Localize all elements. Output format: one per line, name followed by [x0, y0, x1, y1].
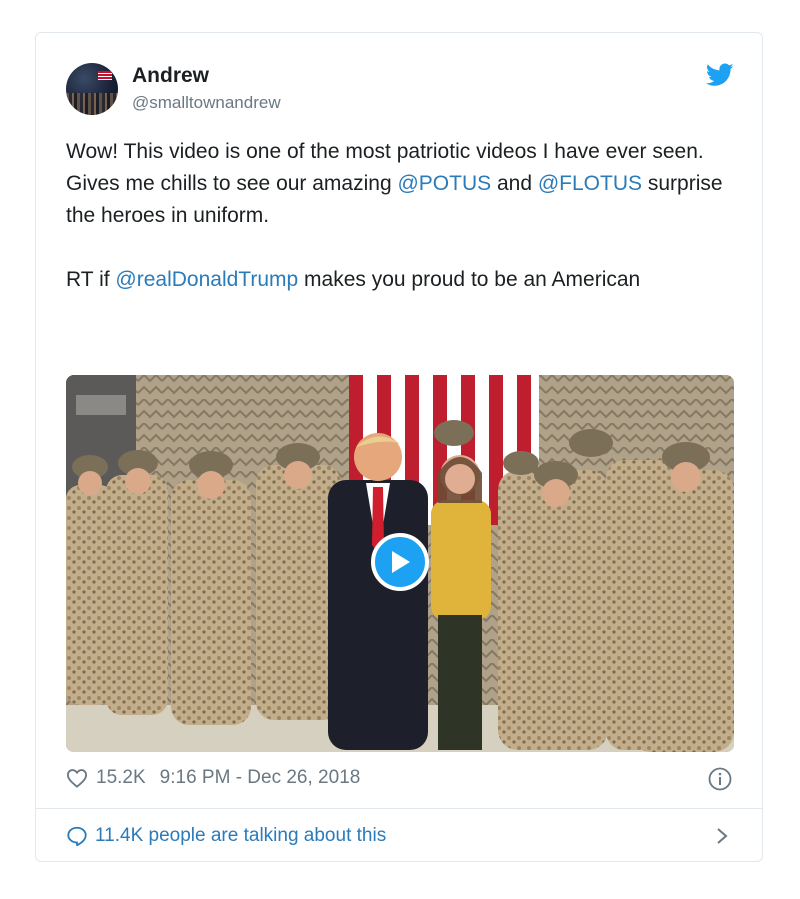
- person-in-yellow: [431, 455, 491, 750]
- tweet-paragraph-2: RT if @realDonaldTrump makes you proud t…: [66, 264, 736, 296]
- text-segment: RT if: [66, 268, 116, 291]
- tweet-paragraph-1: Wow! This video is one of the most patri…: [66, 136, 736, 232]
- like-count[interactable]: 15.2K: [96, 767, 146, 789]
- conversation-text[interactable]: 11.4K people are talking about this: [95, 825, 386, 847]
- person-in-suit: [328, 433, 428, 750]
- timestamp[interactable]: 9:16 PM - Dec 26, 2018: [160, 767, 361, 789]
- mention-potus[interactable]: @POTUS: [397, 172, 491, 195]
- mention-flotus[interactable]: @FLOTUS: [538, 172, 642, 195]
- author-name[interactable]: Andrew: [132, 64, 209, 88]
- video-thumbnail[interactable]: [66, 375, 734, 752]
- author-handle[interactable]: @smalltownandrew: [132, 93, 281, 113]
- info-icon[interactable]: [708, 767, 732, 791]
- play-button[interactable]: [371, 533, 429, 591]
- play-icon: [392, 551, 410, 573]
- chevron-right-icon[interactable]: [714, 826, 730, 846]
- text-segment: and: [491, 172, 538, 195]
- speech-bubble-icon: [67, 826, 87, 847]
- tweet-card: Andrew @smalltownandrew Wow! This video …: [35, 32, 763, 862]
- avatar[interactable]: [66, 63, 118, 115]
- divider: [36, 808, 762, 809]
- tweet-meta: 15.2K 9:16 PM - Dec 26, 2018: [66, 766, 360, 790]
- tweet-text: Wow! This video is one of the most patri…: [66, 136, 736, 296]
- text-segment: makes you proud to be an American: [298, 268, 641, 291]
- avatar-flag: [98, 71, 112, 80]
- conversation-link[interactable]: 11.4K people are talking about this: [66, 823, 386, 849]
- mention-realdonaldtrump[interactable]: @realDonaldTrump: [115, 268, 298, 291]
- heart-icon[interactable]: [66, 768, 88, 788]
- avatar-crowd: [66, 93, 118, 115]
- twitter-bird-icon[interactable]: [706, 63, 734, 87]
